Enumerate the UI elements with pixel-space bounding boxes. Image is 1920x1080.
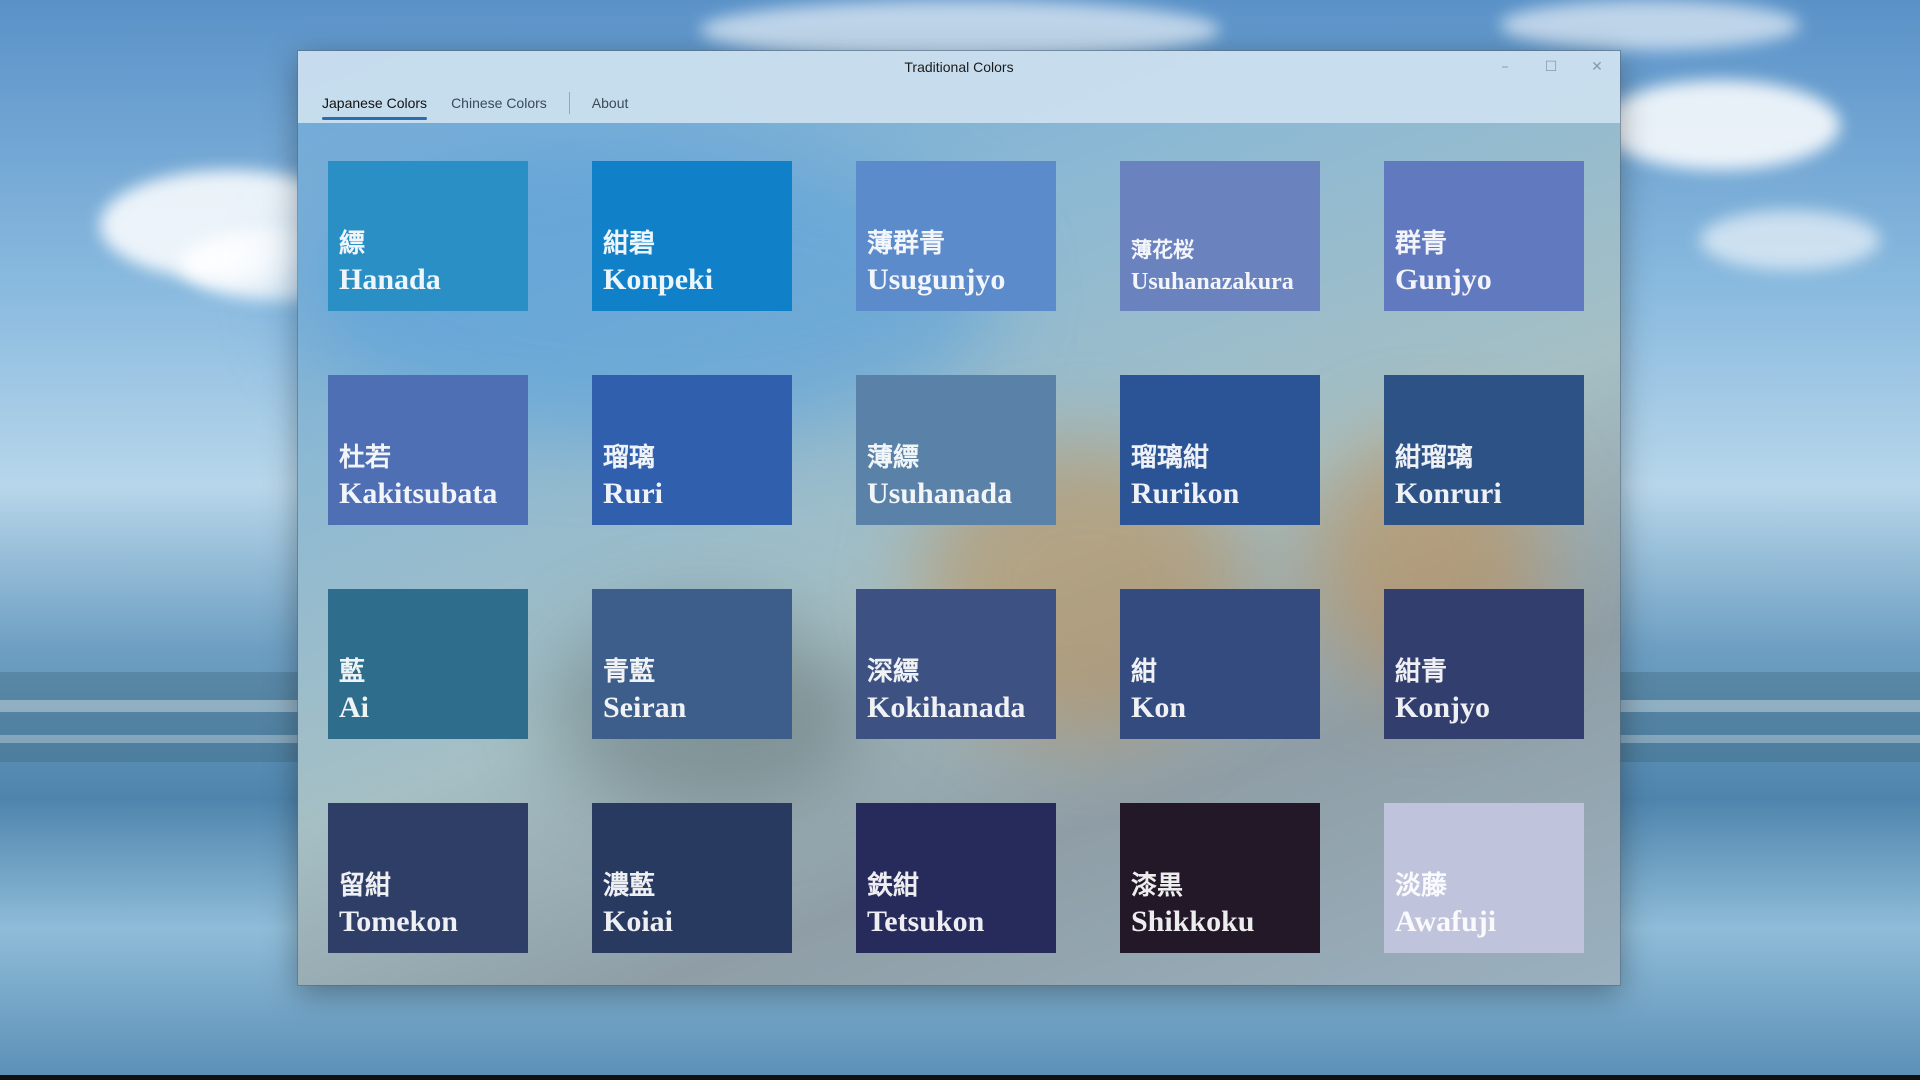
color-kanji: 杜若 [339, 443, 392, 473]
color-name: Tomekon [339, 905, 458, 938]
color-tile[interactable]: 杜若 Kakitsubata [328, 375, 528, 525]
color-name: Konjyo [1395, 691, 1491, 724]
color-tile[interactable]: 紺瑠璃 Konruri [1384, 375, 1584, 525]
color-kanji: 瑠璃紺 [1131, 443, 1210, 473]
tab-japanese-colors[interactable]: Japanese Colors [310, 83, 439, 123]
color-kanji: 縹 [339, 229, 366, 259]
color-name: Usuhanazakura [1131, 269, 1294, 295]
color-name: Kon [1131, 691, 1187, 724]
color-kanji: 紺 [1131, 657, 1158, 687]
color-tile[interactable]: 薄花桜 Usuhanazakura [1120, 161, 1320, 311]
color-kanji: 紺瑠璃 [1395, 443, 1474, 473]
close-icon[interactable]: ✕ [1574, 51, 1620, 83]
color-name: Konpeki [603, 263, 714, 296]
color-name: Gunjyo [1395, 263, 1492, 296]
color-kanji: 薄花桜 [1131, 237, 1194, 262]
color-tile[interactable]: 薄群青 Usugunjyo [856, 161, 1056, 311]
tab-about[interactable]: About [580, 83, 641, 123]
color-kanji: 淡藤 [1395, 871, 1448, 901]
color-tile[interactable]: 瑠璃紺 Rurikon [1120, 375, 1320, 525]
color-name: Hanada [339, 263, 441, 296]
color-kanji: 漆黒 [1131, 871, 1184, 901]
color-tile[interactable]: 瑠璃 Ruri [592, 375, 792, 525]
color-kanji: 紺青 [1395, 657, 1448, 687]
color-grid: 縹 Hanada 紺碧 Konpeki 薄群青 Usugunjyo 薄花桜 Usuhanaza… [328, 161, 1584, 953]
color-name: Usugunjyo [867, 263, 1006, 296]
color-name: Ai [339, 691, 369, 724]
color-kanji: 薄群青 [867, 229, 946, 259]
color-tile[interactable]: 漆黒 Shikkoku [1120, 803, 1320, 953]
color-kanji: 青藍 [603, 657, 656, 687]
color-name: Kokihanada [867, 691, 1026, 724]
app-window: Traditional Colors – ☐ ✕ Japanese Colors… [298, 51, 1620, 985]
color-tile[interactable]: 青藍 Seiran [592, 589, 792, 739]
color-kanji: 藍 [339, 657, 366, 687]
color-name: Shikkoku [1131, 905, 1255, 938]
color-name: Konruri [1395, 477, 1502, 510]
color-tile[interactable]: 留紺 Tomekon [328, 803, 528, 953]
title-bar[interactable]: Traditional Colors – ☐ ✕ [298, 51, 1620, 83]
color-kanji: 濃藍 [603, 871, 656, 901]
tab-chinese-colors[interactable]: Chinese Colors [439, 83, 559, 123]
color-name: Rurikon [1131, 477, 1240, 510]
color-kanji: 深縹 [867, 657, 920, 687]
color-name: Seiran [603, 691, 687, 724]
color-tile[interactable]: 鉄紺 Tetsukon [856, 803, 1056, 953]
color-kanji: 留紺 [339, 871, 392, 901]
color-tile[interactable]: 藍 Ai [328, 589, 528, 739]
color-tile[interactable]: 群青 Gunjyo [1384, 161, 1584, 311]
color-tile[interactable]: 縹 Hanada [328, 161, 528, 311]
color-name: Koiai [603, 905, 674, 938]
color-tile[interactable]: 深縹 Kokihanada [856, 589, 1056, 739]
window-title: Traditional Colors [904, 59, 1014, 75]
color-kanji: 紺碧 [603, 229, 656, 259]
color-kanji: 鉄紺 [867, 871, 920, 901]
minimize-icon[interactable]: – [1482, 51, 1528, 83]
maximize-icon[interactable]: ☐ [1528, 51, 1574, 83]
color-tile[interactable]: 紺 Kon [1120, 589, 1320, 739]
color-name: Tetsukon [867, 905, 985, 938]
color-tile[interactable]: 淡藤 Awafuji [1384, 803, 1584, 953]
color-name: Ruri [603, 477, 663, 510]
color-name: Usuhanada [867, 477, 1013, 510]
color-kanji: 群青 [1395, 229, 1448, 259]
nav-bar: Japanese Colors Chinese Colors About [298, 83, 1620, 123]
color-name: Kakitsubata [339, 477, 498, 510]
color-kanji: 薄縹 [867, 443, 920, 473]
color-tile[interactable]: 薄縹 Usuhanada [856, 375, 1056, 525]
color-tile[interactable]: 紺碧 Konpeki [592, 161, 792, 311]
color-name: Awafuji [1395, 905, 1497, 938]
window-controls: – ☐ ✕ [1482, 51, 1620, 83]
color-kanji: 瑠璃 [603, 443, 656, 473]
nav-separator [568, 92, 570, 114]
color-tile[interactable]: 濃藍 Koiai [592, 803, 792, 953]
color-tile[interactable]: 紺青 Konjyo [1384, 589, 1584, 739]
